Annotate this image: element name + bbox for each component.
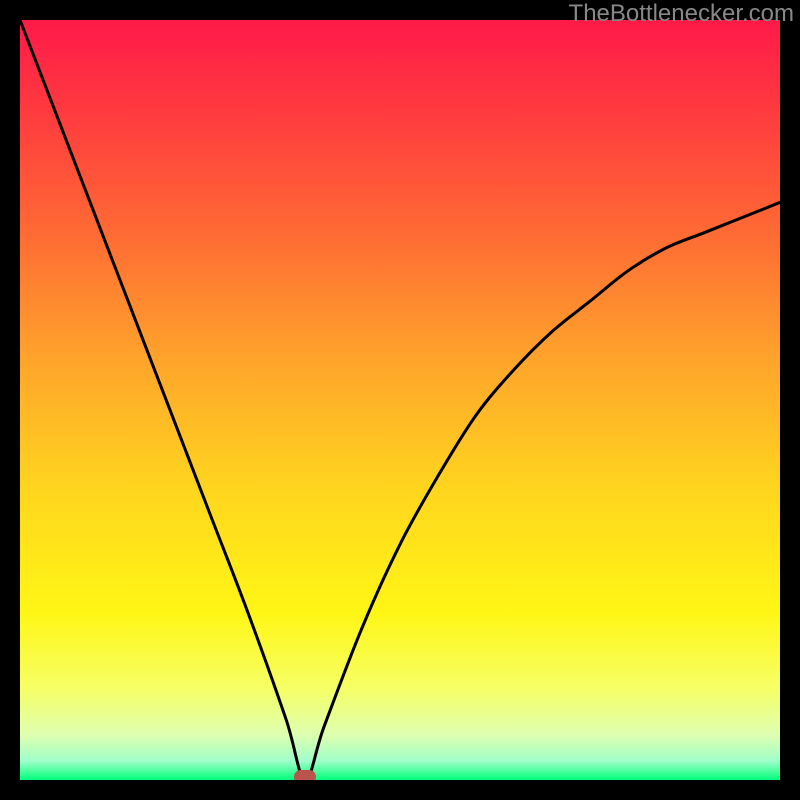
bottleneck-chart [20,20,780,780]
gradient-background [20,20,780,780]
min-point-marker [294,770,316,780]
chart-frame [20,20,780,780]
attribution-text: TheBottlenecker.com [569,0,794,28]
